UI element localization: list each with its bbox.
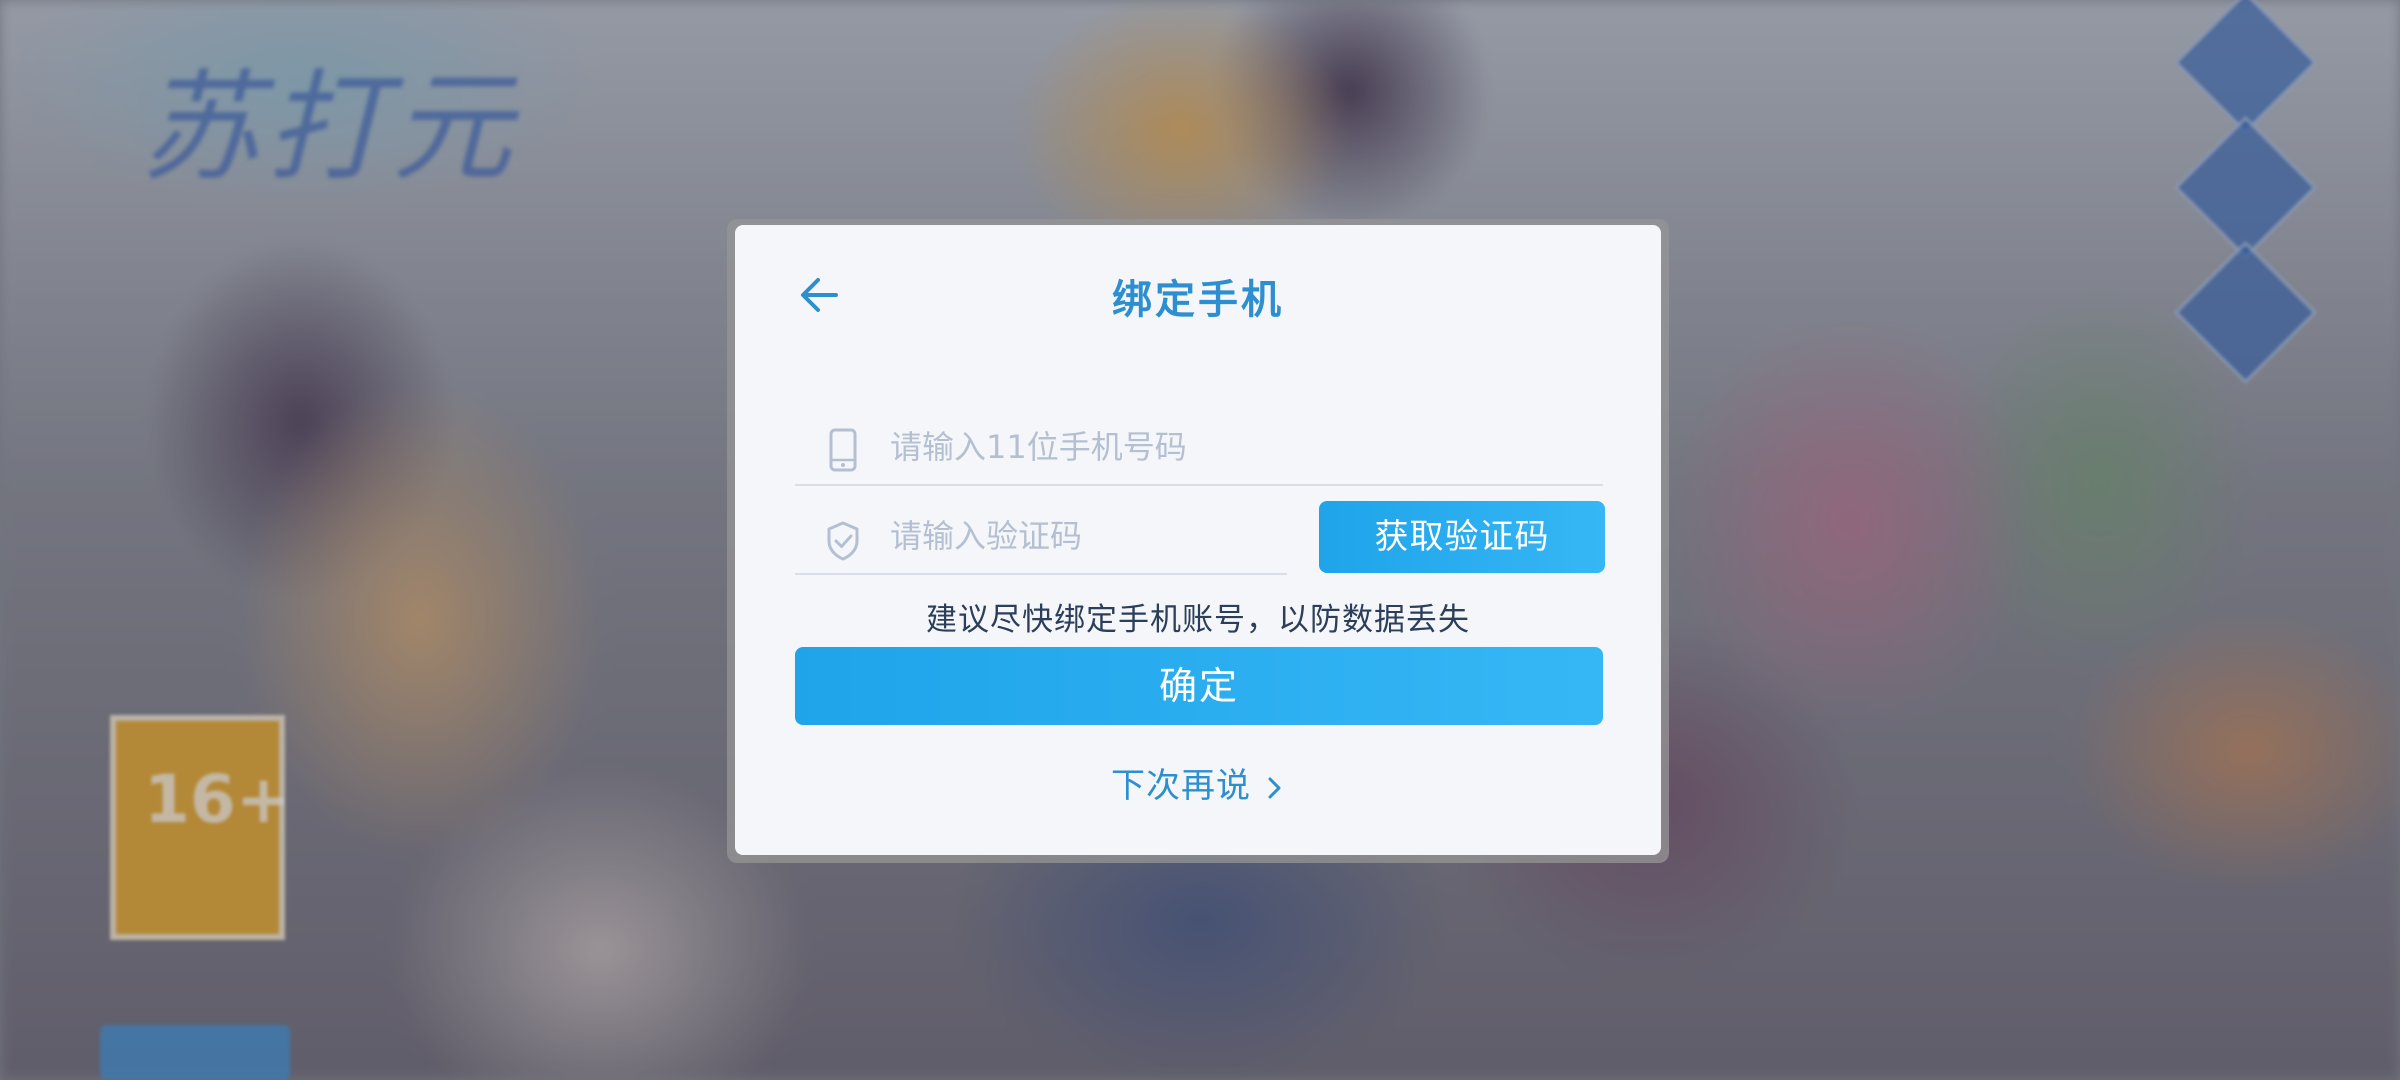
skip-later-label: 下次再说 bbox=[1111, 766, 1251, 806]
dialog-title: 绑定手机 bbox=[1112, 277, 1284, 323]
bind-phone-dialog: 绑定手机 获取验证码 建议尽快绑定手机账号，以防数据丢失 确定 下次再说 bbox=[735, 225, 1661, 855]
confirm-button[interactable]: 确定 bbox=[795, 647, 1603, 725]
verification-code-input[interactable] bbox=[890, 511, 1260, 561]
code-field-row bbox=[795, 497, 1287, 575]
mobile-phone-icon bbox=[829, 428, 857, 472]
chevron-right-icon bbox=[1268, 777, 1281, 798]
shield-check-icon bbox=[827, 521, 859, 561]
phone-number-input[interactable] bbox=[890, 422, 1570, 472]
game-screen: 苏打元 16+ 绑定手机 获取 bbox=[0, 0, 2400, 1080]
bind-hint-text: 建议尽快绑定手机账号，以防数据丢失 bbox=[926, 602, 1470, 638]
get-code-button[interactable]: 获取验证码 bbox=[1319, 501, 1605, 573]
skip-later-link[interactable]: 下次再说 bbox=[735, 758, 1661, 807]
phone-field-row bbox=[795, 408, 1603, 486]
